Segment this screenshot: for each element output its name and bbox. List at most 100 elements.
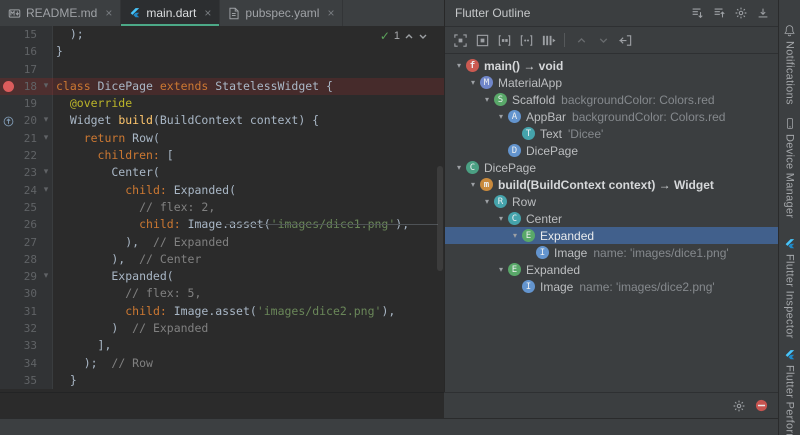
editor-gutter[interactable]: 17 bbox=[0, 60, 53, 78]
line-number[interactable]: 15 bbox=[16, 26, 40, 43]
previous-problem-icon[interactable] bbox=[404, 32, 414, 41]
settings-gear-icon[interactable] bbox=[731, 4, 751, 22]
editor-gutter[interactable]: 33 bbox=[0, 337, 53, 355]
line-number[interactable]: 31 bbox=[16, 303, 40, 320]
settings-gear-icon[interactable] bbox=[732, 399, 746, 413]
wrap-with-column-icon[interactable] bbox=[516, 31, 536, 49]
line-number[interactable]: 22 bbox=[16, 147, 40, 164]
line-number[interactable]: 33 bbox=[16, 337, 40, 354]
line-number[interactable]: 19 bbox=[16, 95, 40, 112]
code-line-27[interactable]: 27 ), // Expanded bbox=[0, 233, 444, 251]
editor-gutter[interactable]: 23 ▾ bbox=[0, 164, 53, 182]
code-line-15[interactable]: 15 ); bbox=[0, 26, 444, 44]
line-number[interactable]: 34 bbox=[16, 355, 40, 372]
code-line-28[interactable]: 28 ), // Center bbox=[0, 250, 444, 269]
editor-gutter[interactable]: 24 ▾ bbox=[0, 181, 53, 199]
line-number[interactable]: 17 bbox=[16, 61, 40, 78]
line-number[interactable]: 27 bbox=[16, 234, 40, 251]
wrap-with-row-icon[interactable] bbox=[494, 31, 514, 49]
inspection-widget[interactable]: ✓ 1 bbox=[380, 29, 428, 43]
breakpoint-icon[interactable] bbox=[0, 81, 16, 93]
fold-chevron-icon[interactable]: ▾ bbox=[40, 112, 52, 129]
editor-gutter[interactable]: 16 bbox=[0, 43, 53, 61]
outline-node-expanded[interactable]: ▾ E Expanded bbox=[445, 227, 779, 244]
editor-gutter[interactable]: 28 bbox=[0, 250, 53, 269]
expand-chevron-icon[interactable]: ▾ bbox=[495, 112, 507, 121]
code-line-35[interactable]: 35 } bbox=[0, 371, 444, 390]
outline-node-image[interactable]: I Image name: 'images/dice2.png' bbox=[445, 278, 779, 295]
code-line-25[interactable]: 25 // flex: 2, bbox=[0, 198, 444, 217]
expand-chevron-icon[interactable]: ▾ bbox=[453, 61, 465, 70]
sidebar-item-flutter-inspector[interactable]: Flutter Inspector bbox=[784, 238, 796, 339]
line-number[interactable]: 32 bbox=[16, 320, 40, 337]
line-number[interactable]: 18 bbox=[16, 78, 40, 95]
sidebar-item-device-manager[interactable]: Device Manager bbox=[784, 117, 796, 218]
collapse-all-icon[interactable] bbox=[709, 4, 729, 22]
hide-panel-icon[interactable] bbox=[753, 4, 773, 22]
editor-gutter[interactable]: 15 bbox=[0, 26, 53, 44]
line-number[interactable]: 28 bbox=[16, 251, 40, 268]
expand-chevron-icon[interactable]: ▾ bbox=[495, 265, 507, 274]
editor-gutter[interactable]: 26 bbox=[0, 216, 53, 234]
code-line-17[interactable]: 17 bbox=[0, 60, 444, 78]
code-line-30[interactable]: 30 // flex: 5, bbox=[0, 285, 444, 303]
outline-node-dicepage[interactable]: ▾ C DicePage bbox=[445, 159, 779, 176]
editor-gutter[interactable]: 32 bbox=[0, 320, 53, 338]
code-line-33[interactable]: 33 ], bbox=[0, 337, 444, 355]
editor-gutter[interactable]: 34 bbox=[0, 354, 53, 372]
tab-pubspec-yaml[interactable]: pubspec.yaml × bbox=[220, 0, 344, 26]
editor-gutter[interactable]: 31 bbox=[0, 302, 53, 321]
expand-chevron-icon[interactable]: ▾ bbox=[453, 163, 465, 172]
tab-main-dart[interactable]: main.dart × bbox=[121, 0, 221, 27]
editor-gutter[interactable]: 19 bbox=[0, 95, 53, 113]
code-line-29[interactable]: 29 ▾ Expanded( bbox=[0, 268, 444, 286]
code-line-24[interactable]: 24 ▾ child: Expanded( bbox=[0, 181, 444, 199]
code-line-32[interactable]: 32 ) // Expanded bbox=[0, 320, 444, 338]
line-number[interactable]: 24 bbox=[16, 182, 40, 199]
editor-gutter[interactable]: 20 ▾ bbox=[0, 112, 53, 130]
line-number[interactable]: 20 bbox=[16, 112, 40, 129]
center-widget-icon[interactable] bbox=[450, 31, 470, 49]
expand-all-icon[interactable] bbox=[687, 4, 707, 22]
code-line-21[interactable]: 21 ▾ return Row( bbox=[0, 129, 444, 148]
line-number[interactable]: 26 bbox=[16, 216, 40, 233]
line-number[interactable]: 35 bbox=[16, 372, 40, 389]
outline-node-materialapp[interactable]: ▾ M MaterialApp bbox=[445, 74, 779, 91]
editor-gutter[interactable]: 35 bbox=[0, 371, 53, 390]
code-editor[interactable]: 15 ); 16} 17 18 ▾ class DicePage extends Stat… bbox=[0, 26, 444, 392]
close-tab-icon[interactable]: × bbox=[105, 7, 112, 19]
line-number[interactable]: 16 bbox=[16, 43, 40, 60]
fold-chevron-icon[interactable]: ▾ bbox=[40, 268, 52, 285]
line-number[interactable]: 29 bbox=[16, 268, 40, 285]
fold-chevron-icon[interactable]: ▾ bbox=[40, 78, 52, 95]
fold-chevron-icon[interactable]: ▾ bbox=[40, 130, 52, 147]
outline-node-image[interactable]: I Image name: 'images/dice1.png' bbox=[445, 244, 779, 261]
outline-node-expanded[interactable]: ▾ E Expanded bbox=[445, 261, 779, 278]
next-problem-icon[interactable] bbox=[418, 32, 428, 41]
expand-chevron-icon[interactable]: ▾ bbox=[509, 231, 521, 240]
editor-gutter[interactable]: 18 ▾ bbox=[0, 77, 53, 96]
expand-chevron-icon[interactable]: ▾ bbox=[467, 78, 479, 87]
code-line-22[interactable]: 22 children: [ bbox=[0, 147, 444, 165]
outline-node-main-void[interactable]: ▾ f main() → void bbox=[445, 57, 779, 74]
stop-icon[interactable] bbox=[755, 399, 768, 412]
override-marker-icon[interactable] bbox=[0, 116, 16, 127]
outline-node-dicepage[interactable]: D DicePage bbox=[445, 142, 779, 159]
code-line-19[interactable]: 19 @override bbox=[0, 95, 444, 113]
wrap-with-container-icon[interactable] bbox=[538, 31, 558, 49]
close-tab-icon[interactable]: × bbox=[204, 7, 211, 19]
editor-gutter[interactable]: 22 bbox=[0, 147, 53, 165]
fold-chevron-icon[interactable]: ▾ bbox=[40, 182, 52, 199]
expand-chevron-icon[interactable]: ▾ bbox=[481, 197, 493, 206]
expand-chevron-icon[interactable]: ▾ bbox=[495, 214, 507, 223]
code-line-23[interactable]: 23 ▾ Center( bbox=[0, 164, 444, 182]
sidebar-item-notifications[interactable]: Notifications bbox=[783, 24, 796, 105]
editor-gutter[interactable]: 21 ▾ bbox=[0, 129, 53, 148]
close-tab-icon[interactable]: × bbox=[327, 7, 334, 19]
tab-readme-md[interactable]: README.md × bbox=[0, 0, 122, 26]
outline-node-center[interactable]: ▾ C Center bbox=[445, 210, 779, 227]
editor-gutter[interactable]: 25 bbox=[0, 198, 53, 217]
extract-widget-icon[interactable] bbox=[615, 31, 635, 49]
move-down-icon[interactable] bbox=[593, 31, 613, 49]
line-number[interactable]: 23 bbox=[16, 164, 40, 181]
